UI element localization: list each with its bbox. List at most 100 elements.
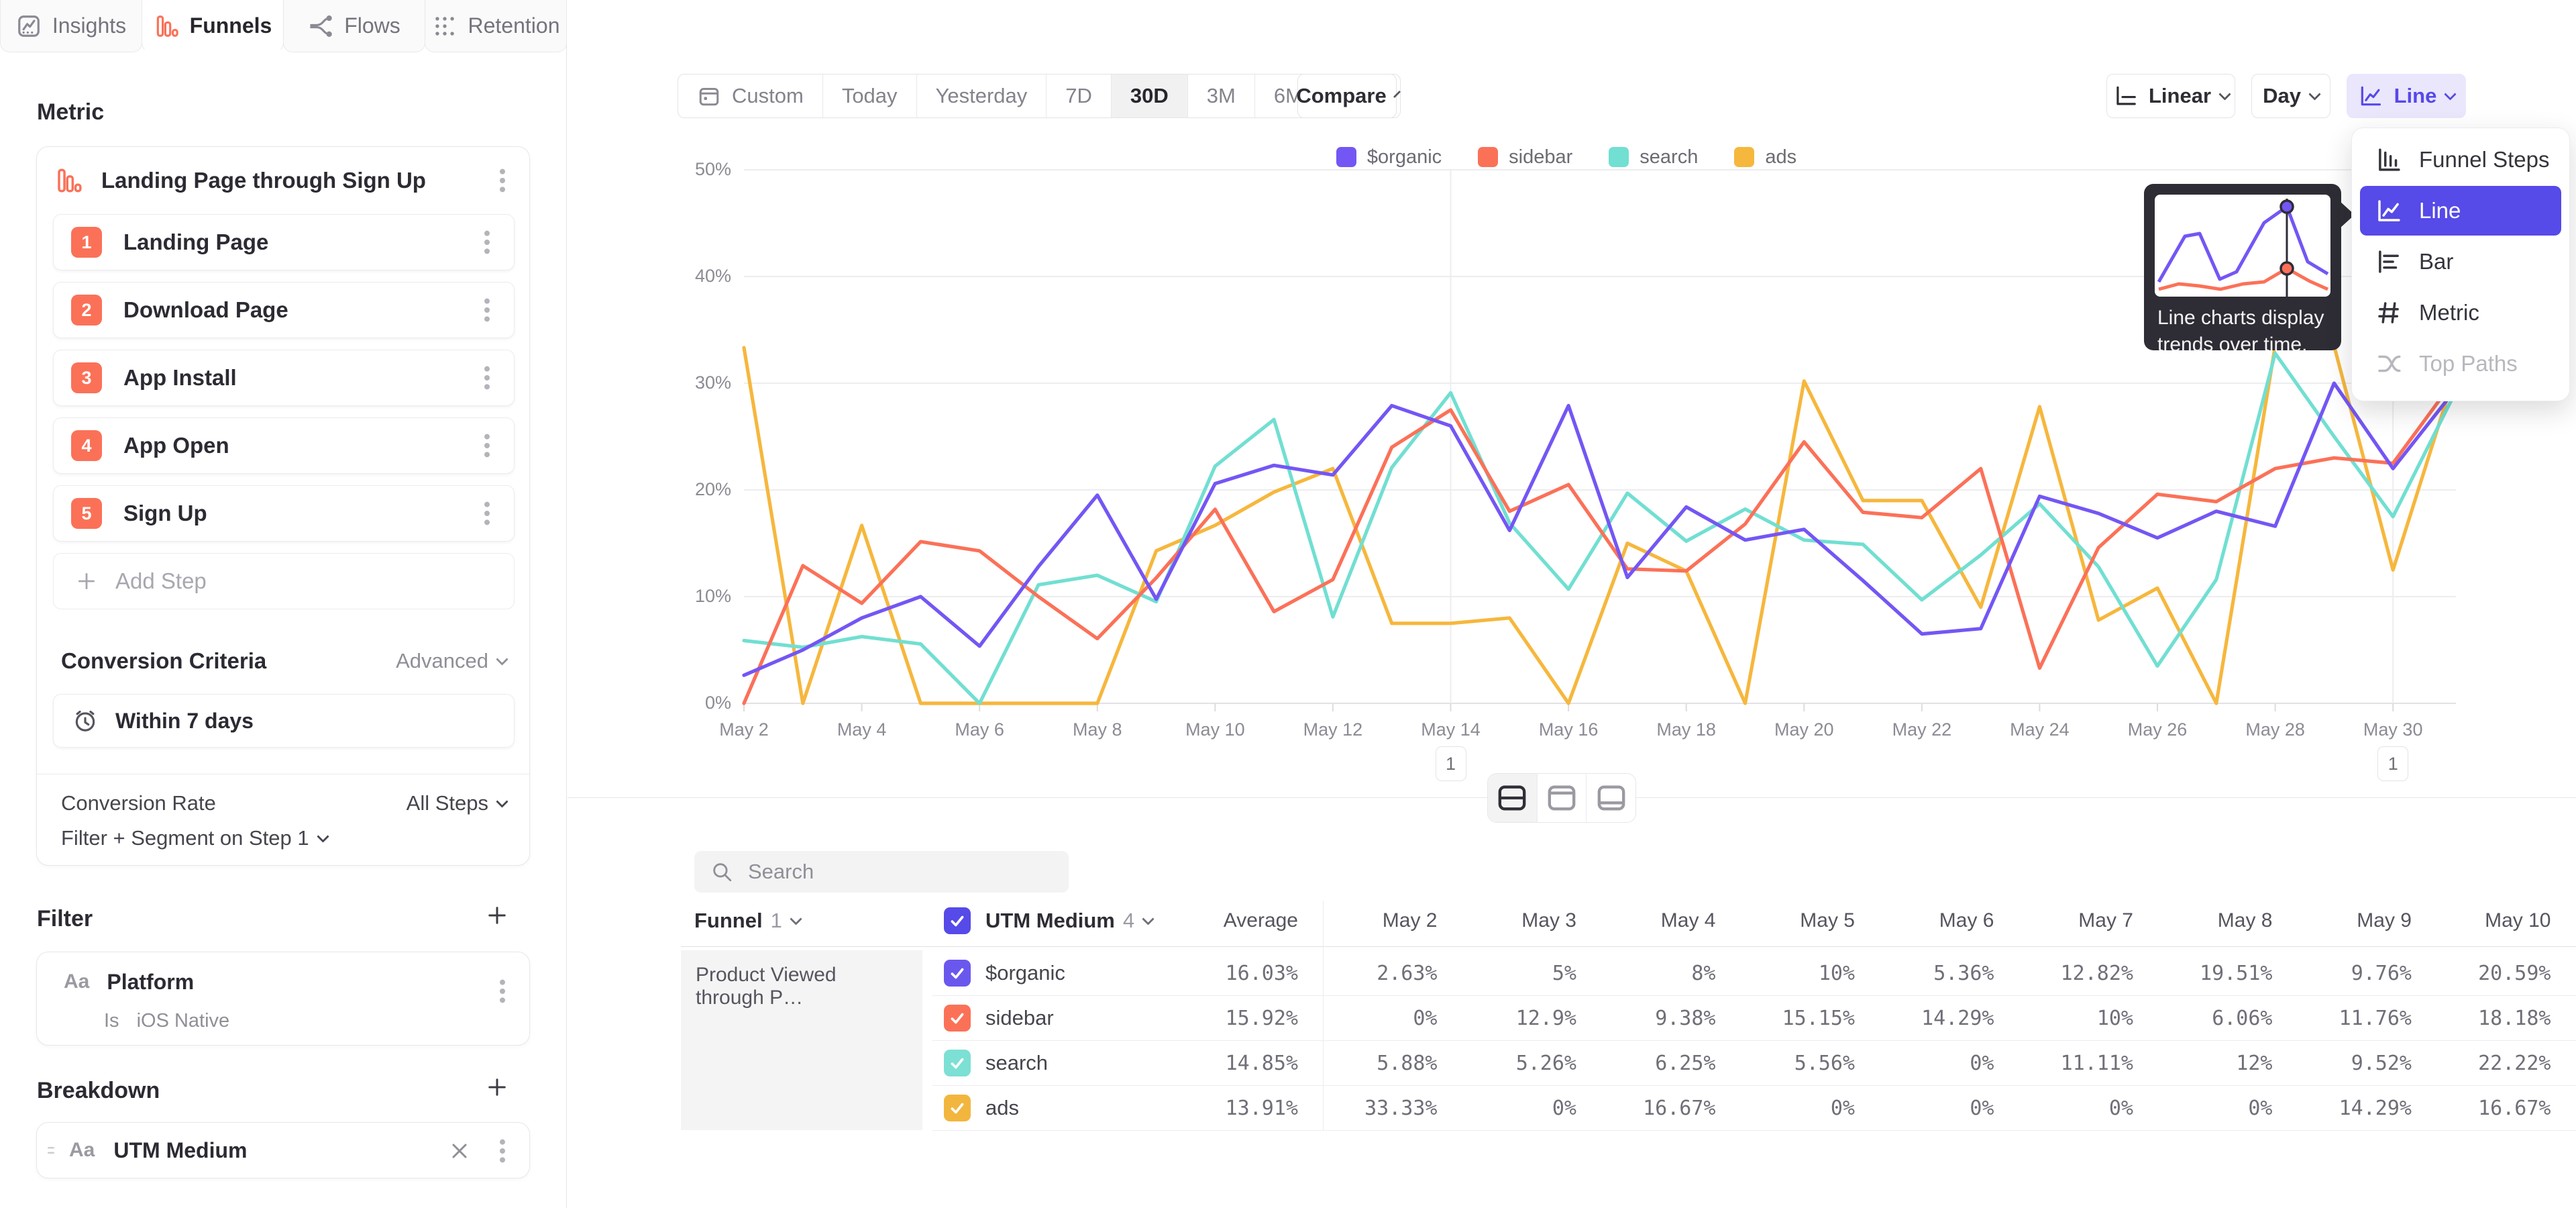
tab-insights[interactable]: Insights [0, 0, 142, 52]
table-column-header[interactable]: May 3 [1442, 909, 1576, 932]
all-steps-dropdown[interactable]: All Steps [407, 791, 506, 815]
string-type-icon: Aa [64, 970, 89, 993]
date-range-yesterday[interactable]: Yesterday [917, 74, 1047, 117]
kebab-menu-icon[interactable] [474, 362, 500, 394]
retention-icon [432, 13, 458, 39]
menu-item-line[interactable]: Line [2360, 186, 2561, 236]
table-cell: 14.85% [1150, 1052, 1298, 1075]
tab-funnels[interactable]: Funnels [142, 0, 284, 52]
compare-button[interactable]: Compare [1297, 74, 1397, 118]
table-row-label[interactable]: search [944, 1040, 1048, 1085]
funnel-column-header[interactable]: Funnel 1 [694, 899, 800, 942]
date-range-label: Today [842, 84, 898, 108]
y-axis-label: 50% [641, 159, 731, 180]
step-label: Download Page [123, 297, 288, 323]
date-range-30d[interactable]: 30D [1112, 74, 1188, 117]
table-column-header[interactable]: May 4 [1582, 909, 1716, 932]
drag-handle-icon[interactable] [45, 1140, 57, 1160]
menu-item-funnel-steps[interactable]: Funnel Steps [2360, 135, 2561, 185]
funnel-step-row[interactable]: 3 App Install [53, 350, 515, 406]
step-number-badge: 5 [71, 498, 102, 529]
table-column-header[interactable]: May 5 [1721, 909, 1855, 932]
table-cell: 33.33% [1290, 1097, 1438, 1120]
chevron-down-icon [790, 913, 802, 925]
granularity-dropdown[interactable]: Day [2251, 74, 2330, 118]
breakdown-card[interactable]: Aa UTM Medium [36, 1122, 530, 1178]
add-breakdown-button[interactable] [485, 1075, 509, 1099]
annotation-marker[interactable]: 1 [2377, 746, 2408, 781]
date-range-control: CustomTodayYesterday7D30D3M6M12M [678, 74, 1401, 118]
kebab-menu-icon[interactable] [474, 294, 500, 326]
table-cell: 2.63% [1290, 962, 1438, 985]
table-column-header[interactable]: May 10 [2417, 909, 2551, 932]
insights-icon [16, 13, 42, 39]
table-cell: 0% [1986, 1097, 2133, 1120]
funnel-step-row[interactable]: 2 Download Page [53, 282, 515, 338]
y-axis-label: 10% [641, 586, 731, 607]
add-step-button[interactable]: Add Step [53, 553, 515, 609]
remove-breakdown-icon[interactable] [447, 1139, 472, 1163]
series-checkbox[interactable] [944, 1095, 971, 1121]
date-range-custom[interactable]: Custom [678, 74, 823, 117]
table-cell: 0% [1429, 1097, 1576, 1120]
funnel-step-row[interactable]: 1 Landing Page [53, 214, 515, 270]
funnel-cell[interactable]: Product Viewed through P… [681, 950, 922, 1130]
table-cell: 9.52% [2264, 1052, 2412, 1075]
funnel-step-row[interactable]: 5 Sign Up [53, 485, 515, 542]
funnel-step-row[interactable]: 4 App Open [53, 417, 515, 474]
x-axis-label: May 12 [1273, 719, 1393, 740]
table-cell: 0% [1847, 1097, 1994, 1120]
table-search-input[interactable]: Search [694, 851, 1069, 893]
date-range-label: Yesterday [936, 84, 1028, 108]
table-column-header[interactable]: Average [1164, 909, 1298, 932]
kebab-menu-icon[interactable] [474, 497, 500, 530]
layout-toggle [1487, 773, 1636, 823]
select-all-checkbox[interactable] [944, 907, 971, 934]
table-row-label[interactable]: sidebar [944, 995, 1054, 1040]
series-checkbox[interactable] [944, 1050, 971, 1076]
table-row-label[interactable]: $organic [944, 950, 1065, 995]
chart-type-dropdown[interactable]: Line [2347, 74, 2466, 118]
date-range-label: 7D [1065, 84, 1092, 108]
table-column-header[interactable]: May 7 [1999, 909, 2133, 932]
menu-item-metric[interactable]: Metric [2360, 288, 2561, 338]
kebab-menu-icon[interactable] [489, 975, 516, 1007]
chart-type-label: Line [2394, 84, 2437, 108]
menu-item-bar[interactable]: Bar [2360, 237, 2561, 287]
table-cell: 16.67% [1568, 1097, 1716, 1120]
kebab-menu-icon[interactable] [474, 430, 500, 462]
step-number-badge: 1 [71, 227, 102, 258]
tab-retention[interactable]: Retention [425, 0, 567, 52]
table-column-header[interactable]: May 8 [2139, 909, 2273, 932]
series-checkbox[interactable] [944, 960, 971, 987]
filter-card[interactable]: Aa Platform Is iOS Native [36, 952, 530, 1046]
breakdown-column-header[interactable]: UTM Medium 4 [944, 899, 1152, 942]
funnel-metric-header[interactable]: Landing Page through Sign Up [37, 156, 529, 205]
conversion-window-button[interactable]: Within 7 days [53, 694, 515, 748]
kebab-menu-icon[interactable] [474, 226, 500, 258]
table-column-header[interactable]: May 6 [1860, 909, 1994, 932]
kebab-menu-icon[interactable] [489, 164, 516, 197]
layout-split-button[interactable] [1488, 774, 1538, 822]
tab-label: Insights [52, 13, 126, 38]
menu-item-label: Line [2419, 198, 2461, 223]
layout-chart-button[interactable] [1538, 774, 1587, 822]
advanced-dropdown[interactable]: Advanced [396, 649, 506, 673]
kebab-menu-icon[interactable] [489, 1135, 516, 1167]
tab-flows[interactable]: Flows [283, 0, 425, 52]
layout-table-button[interactable] [1587, 774, 1635, 822]
date-range-3m[interactable]: 3M [1188, 74, 1255, 117]
menu-item-label: Funnel Steps [2419, 147, 2549, 172]
filter-segment-dropdown[interactable]: Filter + Segment on Step 1 [61, 823, 506, 853]
table-cell: 15.92% [1150, 1007, 1298, 1030]
annotation-marker[interactable]: 1 [1436, 746, 1466, 781]
table-column-header[interactable]: May 9 [2277, 909, 2412, 932]
table-row-label[interactable]: ads [944, 1085, 1019, 1130]
add-filter-button[interactable] [485, 903, 509, 927]
conversion-window-label: Within 7 days [115, 709, 254, 734]
funnel-header-label: Funnel [694, 909, 763, 933]
date-range-7d[interactable]: 7D [1046, 74, 1112, 117]
date-range-today[interactable]: Today [823, 74, 917, 117]
scale-dropdown[interactable]: Linear [2106, 74, 2235, 118]
series-checkbox[interactable] [944, 1005, 971, 1031]
